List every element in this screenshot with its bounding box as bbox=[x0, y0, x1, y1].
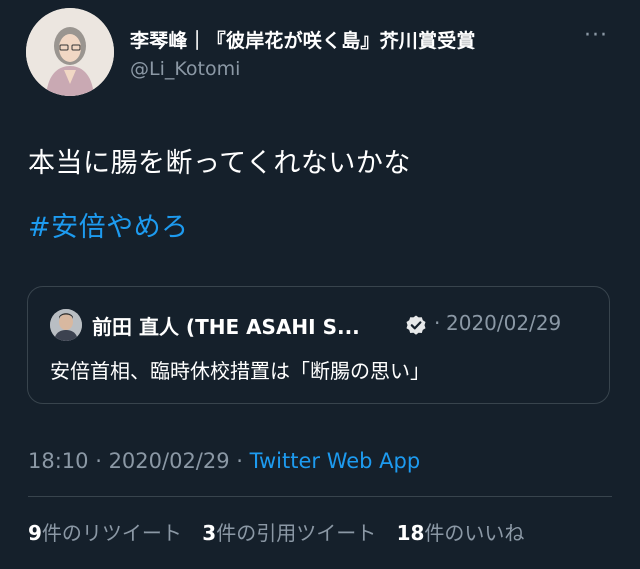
author-handle[interactable]: @Li_Kotomi bbox=[130, 58, 240, 80]
tweet-stats: 9件のリツイート 3件の引用ツイート 18件のいいね bbox=[28, 517, 538, 546]
quoted-author-avatar-image bbox=[50, 309, 82, 341]
tweet-meta: 18:10 · 2020/02/29 · Twitter Web App bbox=[28, 449, 420, 473]
likes-stat[interactable]: 18件のいいね bbox=[397, 521, 525, 545]
meta-separator: · bbox=[88, 449, 109, 473]
tweet-source-link[interactable]: Twitter Web App bbox=[250, 449, 421, 473]
divider bbox=[28, 496, 612, 497]
likes-label: 件のいいね bbox=[424, 521, 525, 545]
retweets-label: 件のリツイート bbox=[41, 521, 182, 545]
quotes-label: 件の引用ツイート bbox=[216, 521, 377, 545]
quoted-tweet-card[interactable]: 前田 直人 (THE ASAHI S... · 2020/02/29 安倍首相、… bbox=[27, 286, 610, 404]
author-avatar[interactable] bbox=[26, 8, 114, 96]
retweets-stat[interactable]: 9件のリツイート bbox=[28, 521, 182, 545]
quotes-count: 3 bbox=[202, 521, 217, 545]
quoted-author-avatar[interactable] bbox=[50, 309, 82, 341]
meta-separator: · bbox=[229, 449, 250, 473]
retweets-count: 9 bbox=[28, 521, 42, 545]
author-display-name[interactable]: 李琴峰｜『彼岸花が咲く島』芥川賞受賞 bbox=[130, 26, 476, 53]
likes-count: 18 bbox=[396, 521, 425, 545]
tweet-time[interactable]: 18:10 bbox=[28, 449, 89, 473]
quoted-author-name[interactable]: 前田 直人 (THE ASAHI S... bbox=[92, 311, 360, 340]
tweet-text: 本当に腸を断ってくれないかな bbox=[28, 148, 411, 179]
author-avatar-image bbox=[26, 8, 114, 96]
tweet-date[interactable]: 2020/02/29 bbox=[109, 449, 230, 473]
quoted-text: 安倍首相、臨時休校措置は「断腸の思い」 bbox=[50, 359, 430, 383]
quoted-separator: · bbox=[434, 311, 441, 335]
verified-badge-icon bbox=[406, 315, 426, 335]
quoted-date[interactable]: 2020/02/29 bbox=[446, 311, 561, 335]
more-options-icon[interactable]: ··· bbox=[580, 22, 612, 50]
tweet-hashtag-link[interactable]: #安倍やめろ bbox=[28, 205, 189, 244]
quotes-stat[interactable]: 3件の引用ツイート bbox=[202, 521, 376, 545]
